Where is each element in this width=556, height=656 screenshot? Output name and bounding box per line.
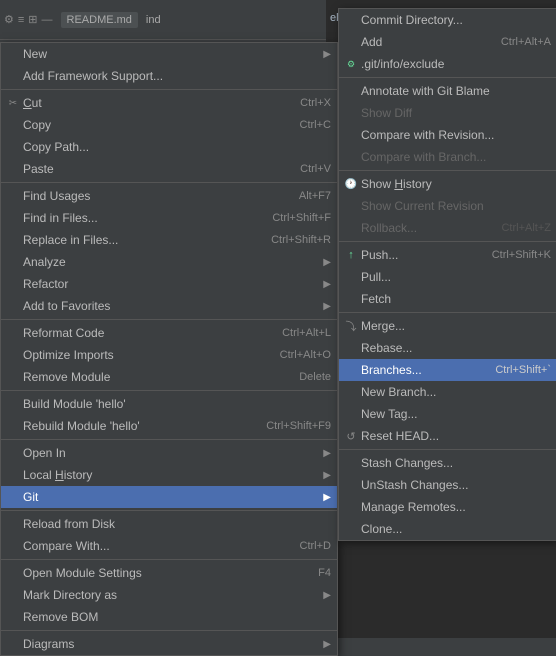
- divider-1: [1, 89, 337, 90]
- tab-readme[interactable]: README.md: [61, 12, 138, 28]
- divider-3: [1, 319, 337, 320]
- submenu-arrow: ▶: [323, 301, 331, 312]
- git-divider-2: [339, 170, 556, 171]
- menu-item-reformat[interactable]: Reformat Code Ctrl+Alt+L: [1, 322, 337, 344]
- menu-item-mark-directory[interactable]: Mark Directory as ▶: [1, 584, 337, 606]
- git-menu-push[interactable]: ↑ Push... Ctrl+Shift+K: [339, 244, 556, 266]
- menu-item-local-history[interactable]: Local History ▶: [1, 464, 337, 486]
- divider-7: [1, 559, 337, 560]
- menu-item-rebuild-hello[interactable]: Rebuild Module 'hello' Ctrl+Shift+F9: [1, 415, 337, 437]
- merge-icon: ⤵: [343, 318, 359, 334]
- reset-icon: ↺: [343, 428, 359, 444]
- menu-item-find-in-files[interactable]: Find in Files... Ctrl+Shift+F: [1, 207, 337, 229]
- history-icon: 🕐: [343, 176, 359, 192]
- menu-item-copy[interactable]: Copy Ctrl+C: [1, 114, 337, 136]
- submenu-arrow: ▶: [323, 639, 331, 650]
- git-menu-compare-revision[interactable]: Compare with Revision...: [339, 124, 556, 146]
- menu-item-remove-module[interactable]: Remove Module Delete: [1, 366, 337, 388]
- git-divider-3: [339, 241, 556, 242]
- git-menu-branches[interactable]: Branches... Ctrl+Shift+`: [339, 359, 556, 381]
- menu-item-remove-bom[interactable]: Remove BOM: [1, 606, 337, 628]
- menu-item-replace-in-files[interactable]: Replace in Files... Ctrl+Shift+R: [1, 229, 337, 251]
- git-menu-gitinfo-exclude[interactable]: ⚙ .git/info/exclude: [339, 53, 556, 75]
- git-submenu: Commit Directory... Add Ctrl+Alt+A ⚙ .gi…: [338, 8, 556, 541]
- git-menu-commit-directory[interactable]: Commit Directory...: [339, 9, 556, 31]
- menu-item-git[interactable]: Git ▶: [1, 486, 337, 508]
- git-menu-show-current-revision[interactable]: Show Current Revision: [339, 195, 556, 217]
- git-divider-4: [339, 312, 556, 313]
- submenu-arrow: ▶: [323, 448, 331, 459]
- submenu-arrow: ▶: [323, 470, 331, 481]
- git-menu-rollback[interactable]: Rollback... Ctrl+Alt+Z: [339, 217, 556, 239]
- git-menu-manage-remotes[interactable]: Manage Remotes...: [339, 496, 556, 518]
- cut-icon: ✂: [5, 95, 21, 111]
- git-menu-stash[interactable]: Stash Changes...: [339, 452, 556, 474]
- menu-item-open-module-settings[interactable]: Open Module Settings F4: [1, 562, 337, 584]
- divider-6: [1, 510, 337, 511]
- git-menu-fetch[interactable]: Fetch: [339, 288, 556, 310]
- git-menu-annotate[interactable]: Annotate with Git Blame: [339, 80, 556, 102]
- menu-item-compare-with[interactable]: Compare With... Ctrl+D: [1, 535, 337, 557]
- submenu-arrow: ▶: [323, 590, 331, 601]
- menu-item-copy-path[interactable]: Copy Path...: [1, 136, 337, 158]
- toolbar-icon4: ―: [42, 14, 53, 26]
- git-menu-pull[interactable]: Pull...: [339, 266, 556, 288]
- push-icon: ↑: [343, 247, 359, 263]
- menu-item-build-hello[interactable]: Build Module 'hello': [1, 393, 337, 415]
- git-menu-compare-branch[interactable]: Compare with Branch...: [339, 146, 556, 168]
- git-menu-merge[interactable]: ⤵ Merge...: [339, 315, 556, 337]
- git-menu-clone[interactable]: Clone...: [339, 518, 556, 540]
- divider-4: [1, 390, 337, 391]
- submenu-arrow: ▶: [323, 257, 331, 268]
- submenu-arrow: ▶: [323, 492, 331, 503]
- divider-5: [1, 439, 337, 440]
- git-divider-5: [339, 449, 556, 450]
- git-menu-rebase[interactable]: Rebase...: [339, 337, 556, 359]
- git-menu-show-history[interactable]: 🕐 Show History: [339, 173, 556, 195]
- git-menu-new-branch[interactable]: New Branch...: [339, 381, 556, 403]
- toolbar-icon3: ⊞: [28, 13, 37, 26]
- tab-ind[interactable]: ind: [140, 12, 167, 28]
- git-menu-add[interactable]: Add Ctrl+Alt+A: [339, 31, 556, 53]
- menu-item-paste[interactable]: Paste Ctrl+V: [1, 158, 337, 180]
- menu-item-cut[interactable]: ✂ Cut Ctrl+X: [1, 92, 337, 114]
- menu-item-open-in[interactable]: Open In ▶: [1, 442, 337, 464]
- toolbar-icon2: ≡: [18, 14, 24, 26]
- divider-8: [1, 630, 337, 631]
- menu-item-new[interactable]: New ▶: [1, 43, 337, 65]
- menu-item-find-usages[interactable]: Find Usages Alt+F7: [1, 185, 337, 207]
- menu-item-analyze[interactable]: Analyze ▶: [1, 251, 337, 273]
- main-context-menu: New ▶ Add Framework Support... ✂ Cut Ctr…: [0, 42, 338, 656]
- menu-item-add-framework[interactable]: Add Framework Support...: [1, 65, 337, 87]
- menu-item-refactor[interactable]: Refactor ▶: [1, 273, 337, 295]
- menu-item-reload[interactable]: Reload from Disk: [1, 513, 337, 535]
- submenu-arrow: ▶: [323, 49, 331, 60]
- menu-item-add-favorites[interactable]: Add to Favorites ▶: [1, 295, 337, 317]
- git-divider-1: [339, 77, 556, 78]
- git-menu-show-diff[interactable]: Show Diff: [339, 102, 556, 124]
- git-menu-reset-head[interactable]: ↺ Reset HEAD...: [339, 425, 556, 447]
- menu-item-diagrams[interactable]: Diagrams ▶: [1, 633, 337, 655]
- git-menu-unstash[interactable]: UnStash Changes...: [339, 474, 556, 496]
- menu-item-optimize[interactable]: Optimize Imports Ctrl+Alt+O: [1, 344, 337, 366]
- git-menu-new-tag[interactable]: New Tag...: [339, 403, 556, 425]
- submenu-arrow: ▶: [323, 279, 331, 290]
- gitinfo-icon: ⚙: [343, 56, 359, 72]
- divider-2: [1, 182, 337, 183]
- toolbar-icon: ⚙: [4, 13, 14, 26]
